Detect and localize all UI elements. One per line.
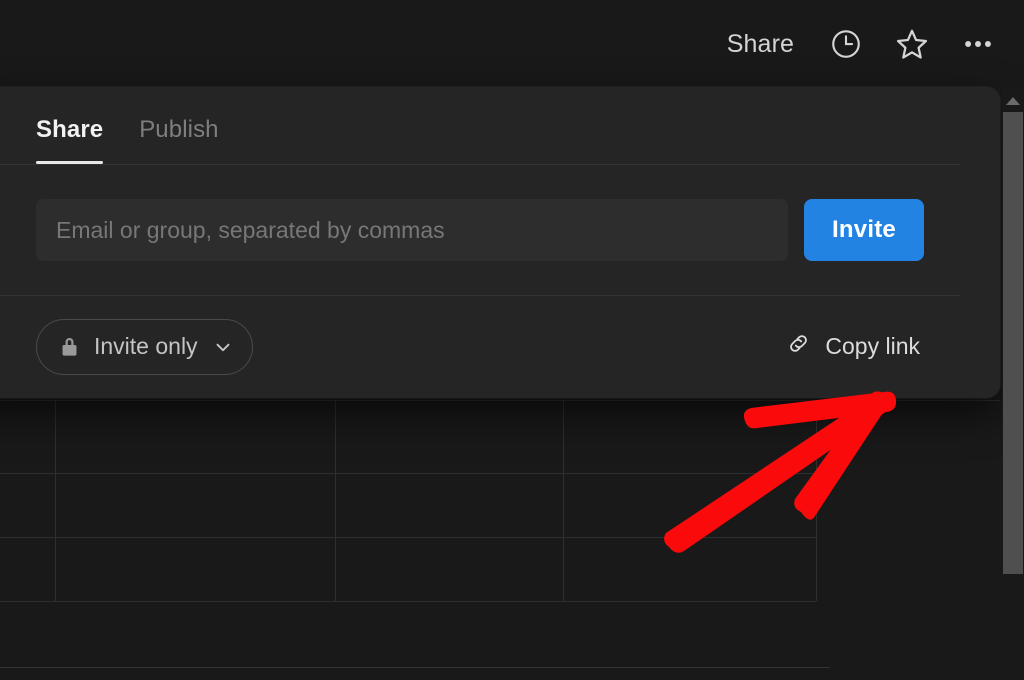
table-row-line (0, 473, 816, 474)
app-root: Share Share Publish Email or group, sepa… (0, 0, 1024, 680)
share-dialog: Share Publish Invite Invite only (0, 87, 1000, 398)
table-column-line (55, 400, 56, 601)
clock-icon[interactable] (826, 24, 866, 64)
background-table (0, 396, 1024, 680)
share-dialog-tabs: Share Publish (0, 87, 960, 165)
copy-link-button[interactable]: Copy link (781, 324, 924, 369)
link-icon (785, 330, 812, 363)
tab-share[interactable]: Share (36, 116, 104, 164)
table-row-line (0, 601, 816, 602)
access-level-dropdown[interactable]: Invite only (36, 318, 253, 375)
table-column-line (335, 400, 336, 601)
top-toolbar: Share (0, 0, 1024, 88)
table-column-line (563, 400, 564, 601)
invite-email-input[interactable] (36, 199, 788, 261)
scrollbar-thumb[interactable] (1003, 112, 1023, 574)
table-column-line (816, 400, 817, 601)
invite-button[interactable]: Invite (804, 199, 924, 261)
lock-icon (57, 334, 82, 359)
share-dialog-content: Share Publish Invite Invite only (0, 87, 960, 398)
invite-row: Invite (0, 165, 960, 296)
caret-up-icon[interactable] (1002, 92, 1024, 110)
tab-publish[interactable]: Publish (139, 116, 218, 164)
share-dialog-footer: Invite only Copy link (0, 296, 960, 397)
vertical-scrollbar[interactable] (1002, 88, 1024, 680)
table-row-line (0, 537, 816, 538)
page-section-divider (0, 667, 830, 668)
copy-link-label: Copy link (825, 333, 920, 359)
chevron-down-icon (212, 336, 234, 358)
access-level-label: Invite only (94, 333, 198, 359)
star-icon[interactable] (892, 24, 932, 64)
share-button[interactable]: Share (721, 26, 800, 63)
table-row-line (0, 400, 1000, 401)
more-horizontal-icon[interactable] (958, 24, 998, 64)
